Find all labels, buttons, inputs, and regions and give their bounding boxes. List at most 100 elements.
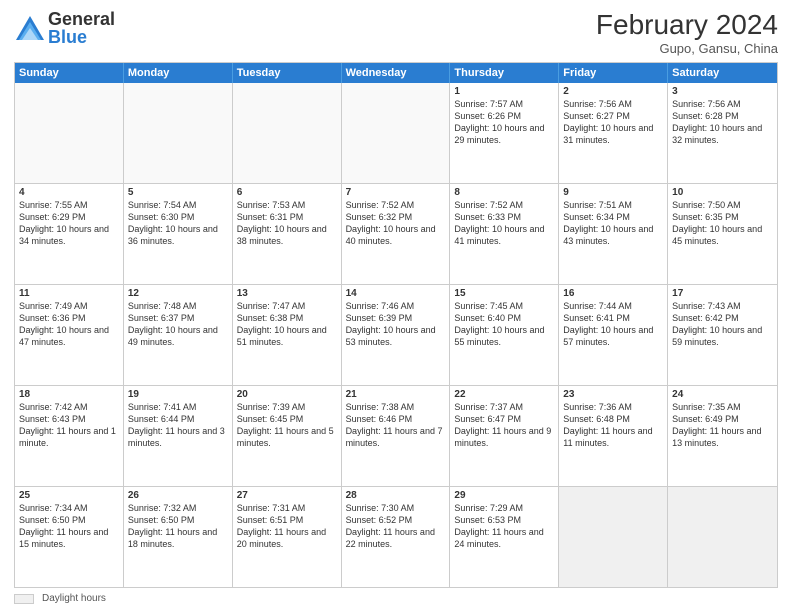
day-number: 23 xyxy=(563,389,663,400)
day-number: 10 xyxy=(672,187,773,198)
cal-cell: 19Sunrise: 7:41 AM Sunset: 6:44 PM Dayli… xyxy=(124,386,233,486)
cal-cell: 22Sunrise: 7:37 AM Sunset: 6:47 PM Dayli… xyxy=(450,386,559,486)
day-text: Sunrise: 7:47 AM Sunset: 6:38 PM Dayligh… xyxy=(237,300,337,349)
day-number: 4 xyxy=(19,187,119,198)
cal-cell: 3Sunrise: 7:56 AM Sunset: 6:28 PM Daylig… xyxy=(668,83,777,183)
day-number: 25 xyxy=(19,490,119,501)
legend-swatch xyxy=(14,594,34,604)
day-number: 3 xyxy=(672,86,773,97)
day-text: Sunrise: 7:56 AM Sunset: 6:28 PM Dayligh… xyxy=(672,98,773,147)
day-number: 24 xyxy=(672,389,773,400)
day-text: Sunrise: 7:57 AM Sunset: 6:26 PM Dayligh… xyxy=(454,98,554,147)
cal-cell: 5Sunrise: 7:54 AM Sunset: 6:30 PM Daylig… xyxy=(124,184,233,284)
cal-header-thursday: Thursday xyxy=(450,63,559,83)
subtitle: Gupo, Gansu, China xyxy=(596,41,778,56)
day-text: Sunrise: 7:54 AM Sunset: 6:30 PM Dayligh… xyxy=(128,199,228,248)
day-text: Sunrise: 7:52 AM Sunset: 6:33 PM Dayligh… xyxy=(454,199,554,248)
cal-cell: 2Sunrise: 7:56 AM Sunset: 6:27 PM Daylig… xyxy=(559,83,668,183)
day-text: Sunrise: 7:34 AM Sunset: 6:50 PM Dayligh… xyxy=(19,502,119,551)
legend: Daylight hours xyxy=(14,593,778,604)
day-text: Sunrise: 7:46 AM Sunset: 6:39 PM Dayligh… xyxy=(346,300,446,349)
cal-cell: 20Sunrise: 7:39 AM Sunset: 6:45 PM Dayli… xyxy=(233,386,342,486)
cal-week-4: 25Sunrise: 7:34 AM Sunset: 6:50 PM Dayli… xyxy=(15,486,777,587)
day-number: 14 xyxy=(346,288,446,299)
cal-cell: 11Sunrise: 7:49 AM Sunset: 6:36 PM Dayli… xyxy=(15,285,124,385)
day-text: Sunrise: 7:52 AM Sunset: 6:32 PM Dayligh… xyxy=(346,199,446,248)
day-text: Sunrise: 7:35 AM Sunset: 6:49 PM Dayligh… xyxy=(672,401,773,450)
day-text: Sunrise: 7:38 AM Sunset: 6:46 PM Dayligh… xyxy=(346,401,446,450)
day-number: 7 xyxy=(346,187,446,198)
day-number: 19 xyxy=(128,389,228,400)
cal-cell: 8Sunrise: 7:52 AM Sunset: 6:33 PM Daylig… xyxy=(450,184,559,284)
day-number: 2 xyxy=(563,86,663,97)
day-number: 1 xyxy=(454,86,554,97)
day-number: 5 xyxy=(128,187,228,198)
cal-header-wednesday: Wednesday xyxy=(342,63,451,83)
logo-blue-text: Blue xyxy=(48,28,115,46)
cal-cell xyxy=(342,83,451,183)
logo: General Blue xyxy=(14,10,115,46)
day-text: Sunrise: 7:32 AM Sunset: 6:50 PM Dayligh… xyxy=(128,502,228,551)
day-text: Sunrise: 7:45 AM Sunset: 6:40 PM Dayligh… xyxy=(454,300,554,349)
day-number: 9 xyxy=(563,187,663,198)
cal-header-sunday: Sunday xyxy=(15,63,124,83)
cal-cell: 10Sunrise: 7:50 AM Sunset: 6:35 PM Dayli… xyxy=(668,184,777,284)
cal-cell: 6Sunrise: 7:53 AM Sunset: 6:31 PM Daylig… xyxy=(233,184,342,284)
cal-cell: 28Sunrise: 7:30 AM Sunset: 6:52 PM Dayli… xyxy=(342,487,451,587)
cal-cell xyxy=(559,487,668,587)
day-number: 8 xyxy=(454,187,554,198)
day-number: 11 xyxy=(19,288,119,299)
header: General Blue February 2024 Gupo, Gansu, … xyxy=(14,10,778,56)
cal-cell xyxy=(124,83,233,183)
cal-cell: 25Sunrise: 7:34 AM Sunset: 6:50 PM Dayli… xyxy=(15,487,124,587)
cal-cell: 24Sunrise: 7:35 AM Sunset: 6:49 PM Dayli… xyxy=(668,386,777,486)
logo-general-text: General xyxy=(48,10,115,28)
day-number: 13 xyxy=(237,288,337,299)
day-text: Sunrise: 7:44 AM Sunset: 6:41 PM Dayligh… xyxy=(563,300,663,349)
cal-week-1: 4Sunrise: 7:55 AM Sunset: 6:29 PM Daylig… xyxy=(15,183,777,284)
day-text: Sunrise: 7:42 AM Sunset: 6:43 PM Dayligh… xyxy=(19,401,119,450)
day-text: Sunrise: 7:55 AM Sunset: 6:29 PM Dayligh… xyxy=(19,199,119,248)
day-text: Sunrise: 7:49 AM Sunset: 6:36 PM Dayligh… xyxy=(19,300,119,349)
cal-header-tuesday: Tuesday xyxy=(233,63,342,83)
day-text: Sunrise: 7:39 AM Sunset: 6:45 PM Dayligh… xyxy=(237,401,337,450)
day-text: Sunrise: 7:50 AM Sunset: 6:35 PM Dayligh… xyxy=(672,199,773,248)
day-text: Sunrise: 7:56 AM Sunset: 6:27 PM Dayligh… xyxy=(563,98,663,147)
day-number: 15 xyxy=(454,288,554,299)
day-number: 26 xyxy=(128,490,228,501)
day-number: 18 xyxy=(19,389,119,400)
day-text: Sunrise: 7:31 AM Sunset: 6:51 PM Dayligh… xyxy=(237,502,337,551)
day-number: 22 xyxy=(454,389,554,400)
cal-cell: 23Sunrise: 7:36 AM Sunset: 6:48 PM Dayli… xyxy=(559,386,668,486)
cal-header-saturday: Saturday xyxy=(668,63,777,83)
day-number: 17 xyxy=(672,288,773,299)
cal-cell: 4Sunrise: 7:55 AM Sunset: 6:29 PM Daylig… xyxy=(15,184,124,284)
day-text: Sunrise: 7:48 AM Sunset: 6:37 PM Dayligh… xyxy=(128,300,228,349)
day-text: Sunrise: 7:43 AM Sunset: 6:42 PM Dayligh… xyxy=(672,300,773,349)
day-text: Sunrise: 7:53 AM Sunset: 6:31 PM Dayligh… xyxy=(237,199,337,248)
cal-cell: 7Sunrise: 7:52 AM Sunset: 6:32 PM Daylig… xyxy=(342,184,451,284)
cal-cell xyxy=(668,487,777,587)
day-text: Sunrise: 7:51 AM Sunset: 6:34 PM Dayligh… xyxy=(563,199,663,248)
cal-header-friday: Friday xyxy=(559,63,668,83)
cal-week-2: 11Sunrise: 7:49 AM Sunset: 6:36 PM Dayli… xyxy=(15,284,777,385)
day-number: 27 xyxy=(237,490,337,501)
cal-cell: 14Sunrise: 7:46 AM Sunset: 6:39 PM Dayli… xyxy=(342,285,451,385)
day-number: 29 xyxy=(454,490,554,501)
day-number: 6 xyxy=(237,187,337,198)
cal-cell: 21Sunrise: 7:38 AM Sunset: 6:46 PM Dayli… xyxy=(342,386,451,486)
cal-cell: 12Sunrise: 7:48 AM Sunset: 6:37 PM Dayli… xyxy=(124,285,233,385)
cal-cell: 29Sunrise: 7:29 AM Sunset: 6:53 PM Dayli… xyxy=(450,487,559,587)
cal-week-3: 18Sunrise: 7:42 AM Sunset: 6:43 PM Dayli… xyxy=(15,385,777,486)
logo-icon xyxy=(14,14,46,42)
cal-cell: 13Sunrise: 7:47 AM Sunset: 6:38 PM Dayli… xyxy=(233,285,342,385)
cal-cell: 1Sunrise: 7:57 AM Sunset: 6:26 PM Daylig… xyxy=(450,83,559,183)
cal-cell xyxy=(15,83,124,183)
day-number: 20 xyxy=(237,389,337,400)
day-number: 28 xyxy=(346,490,446,501)
day-text: Sunrise: 7:30 AM Sunset: 6:52 PM Dayligh… xyxy=(346,502,446,551)
cal-cell: 27Sunrise: 7:31 AM Sunset: 6:51 PM Dayli… xyxy=(233,487,342,587)
cal-cell: 17Sunrise: 7:43 AM Sunset: 6:42 PM Dayli… xyxy=(668,285,777,385)
cal-cell: 16Sunrise: 7:44 AM Sunset: 6:41 PM Dayli… xyxy=(559,285,668,385)
cal-week-0: 1Sunrise: 7:57 AM Sunset: 6:26 PM Daylig… xyxy=(15,83,777,183)
